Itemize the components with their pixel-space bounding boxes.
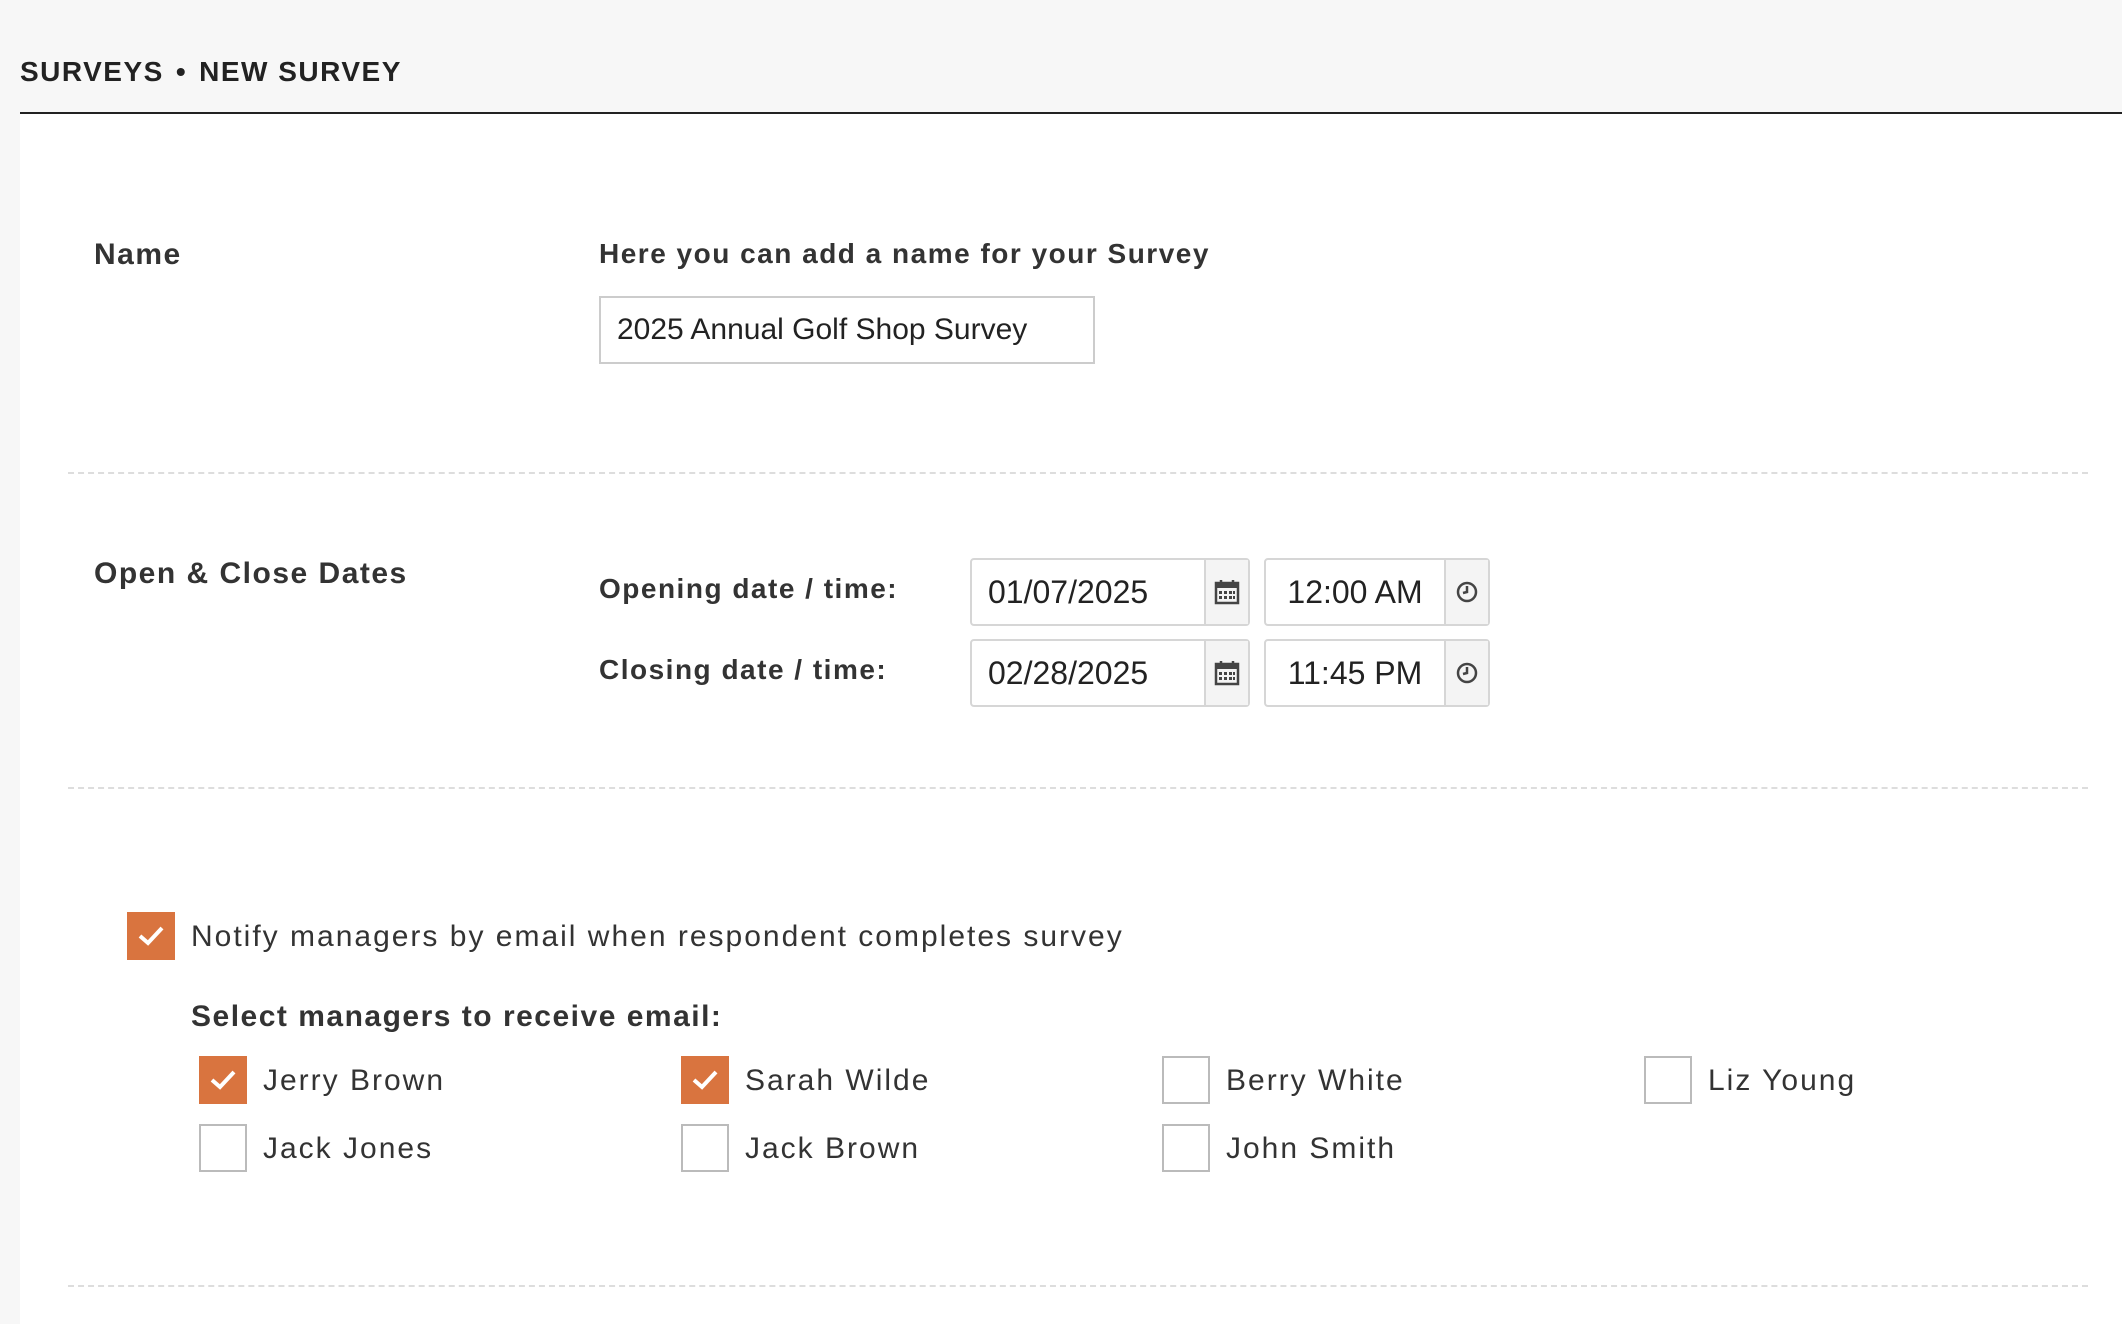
opening-time-input[interactable] (1266, 560, 1444, 624)
calendar-icon[interactable] (1204, 641, 1248, 705)
closing-date-input[interactable] (972, 641, 1204, 705)
clock-icon[interactable] (1444, 641, 1488, 705)
checkmark-icon (138, 926, 164, 946)
notify-managers-label[interactable]: Notify managers by email when respondent… (191, 920, 1124, 954)
survey-name-input[interactable] (599, 296, 1095, 364)
manager-checkbox[interactable] (681, 1124, 729, 1172)
closing-time-input[interactable] (1266, 641, 1444, 705)
calendar-icon[interactable] (1204, 560, 1248, 624)
breadcrumb-current: NEW SURVEY (199, 56, 402, 87)
closing-time-picker[interactable] (1264, 639, 1490, 707)
section-divider (68, 472, 2088, 474)
manager-checkbox[interactable] (199, 1056, 247, 1104)
manager-label[interactable]: Berry White (1226, 1064, 1405, 1098)
manager-checkbox[interactable] (199, 1124, 247, 1172)
opening-date-label: Opening date / time: (599, 573, 899, 604)
closing-date-picker[interactable] (970, 639, 1250, 707)
name-section-label: Name (94, 238, 182, 271)
manager-label[interactable]: Sarah Wilde (745, 1064, 930, 1098)
breadcrumb: SURVEYS • NEW SURVEY (20, 56, 402, 88)
manager-label[interactable]: Jack Brown (745, 1132, 920, 1166)
dates-section-label: Open & Close Dates (94, 557, 408, 590)
closing-date-label: Closing date / time: (599, 654, 888, 685)
select-managers-label: Select managers to receive email: (191, 1000, 723, 1033)
opening-date-picker[interactable] (970, 558, 1250, 626)
section-divider (68, 1285, 2088, 1287)
breadcrumb-root[interactable]: SURVEYS (20, 56, 164, 87)
checkmark-icon (692, 1070, 718, 1090)
manager-label[interactable]: John Smith (1226, 1132, 1396, 1166)
notify-managers-checkbox[interactable] (127, 912, 175, 960)
checkmark-icon (210, 1070, 236, 1090)
name-hint: Here you can add a name for your Survey (599, 238, 1210, 269)
opening-date-input[interactable] (972, 560, 1204, 624)
opening-time-picker[interactable] (1264, 558, 1490, 626)
clock-icon[interactable] (1444, 560, 1488, 624)
section-divider (68, 787, 2088, 789)
manager-checkbox[interactable] (681, 1056, 729, 1104)
manager-checkbox[interactable] (1162, 1056, 1210, 1104)
manager-label[interactable]: Jack Jones (263, 1132, 433, 1166)
manager-checkbox[interactable] (1162, 1124, 1210, 1172)
manager-label[interactable]: Liz Young (1708, 1064, 1856, 1098)
manager-label[interactable]: Jerry Brown (263, 1064, 445, 1098)
breadcrumb-separator: • (175, 56, 188, 87)
manager-checkbox[interactable] (1644, 1056, 1692, 1104)
